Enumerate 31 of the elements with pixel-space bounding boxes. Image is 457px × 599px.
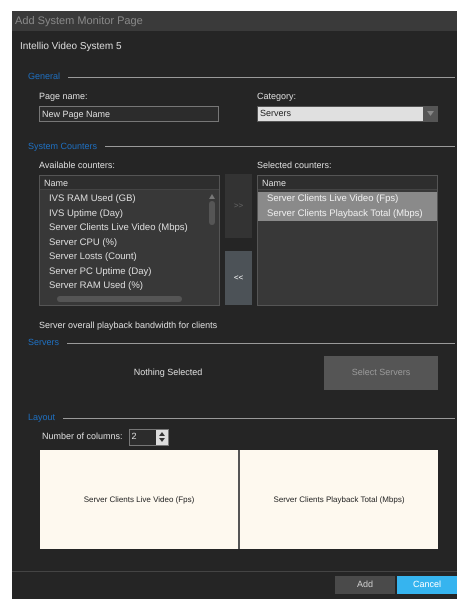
page-name-field[interactable]: New Page Name (39, 106, 219, 122)
dialog-button[interactable]: Add (335, 576, 395, 594)
category-dropdown[interactable]: Servers (257, 106, 438, 122)
section-title: Servers (28, 336, 60, 350)
layout-cell: Server Clients Live Video (Fps) (40, 450, 238, 549)
servers-status: Nothing Selected (132, 366, 204, 380)
list-item[interactable]: Server PC Uptime (Day) (40, 264, 219, 279)
column-header: Name (40, 176, 219, 190)
column-header: Name (258, 176, 437, 190)
field-label: Available counters: (39, 158, 116, 172)
field-label: Number of columns: (42, 430, 123, 444)
layout-cell: Server Clients Playback Total (Mbps) (240, 450, 438, 549)
remove-counter-button[interactable]: << (225, 250, 252, 304)
list-item[interactable]: IVS RAM Used (GB) (40, 192, 219, 206)
section-title: System Counters (28, 140, 98, 153)
field-label: Selected counters: (257, 158, 333, 172)
spinner-arrows-icon (156, 430, 168, 444)
list-item[interactable]: Server RAM Used (%) (40, 279, 219, 294)
counter-description: Server overall playback bandwidth for clients (39, 320, 218, 330)
scroll-up-arrow-icon[interactable] (209, 194, 215, 199)
list-item[interactable]: IVS Uptime (Day) (40, 206, 219, 221)
list-item[interactable]: Server Losts (Count) (40, 250, 219, 264)
columns-spinner[interactable]: 2 (128, 428, 169, 446)
list-item[interactable]: Server CPU (%) (40, 236, 219, 250)
section-title: General (28, 70, 60, 84)
subtitle: Intellio Video System 5 (20, 41, 122, 52)
field-label: Page name: (39, 90, 89, 103)
window-title: Add System Monitor Page (15, 14, 143, 29)
list-item[interactable]: Server Clients Live Video (Mbps) (40, 221, 219, 236)
field-label: Category: (257, 90, 298, 103)
section-title: Layout (28, 411, 56, 424)
